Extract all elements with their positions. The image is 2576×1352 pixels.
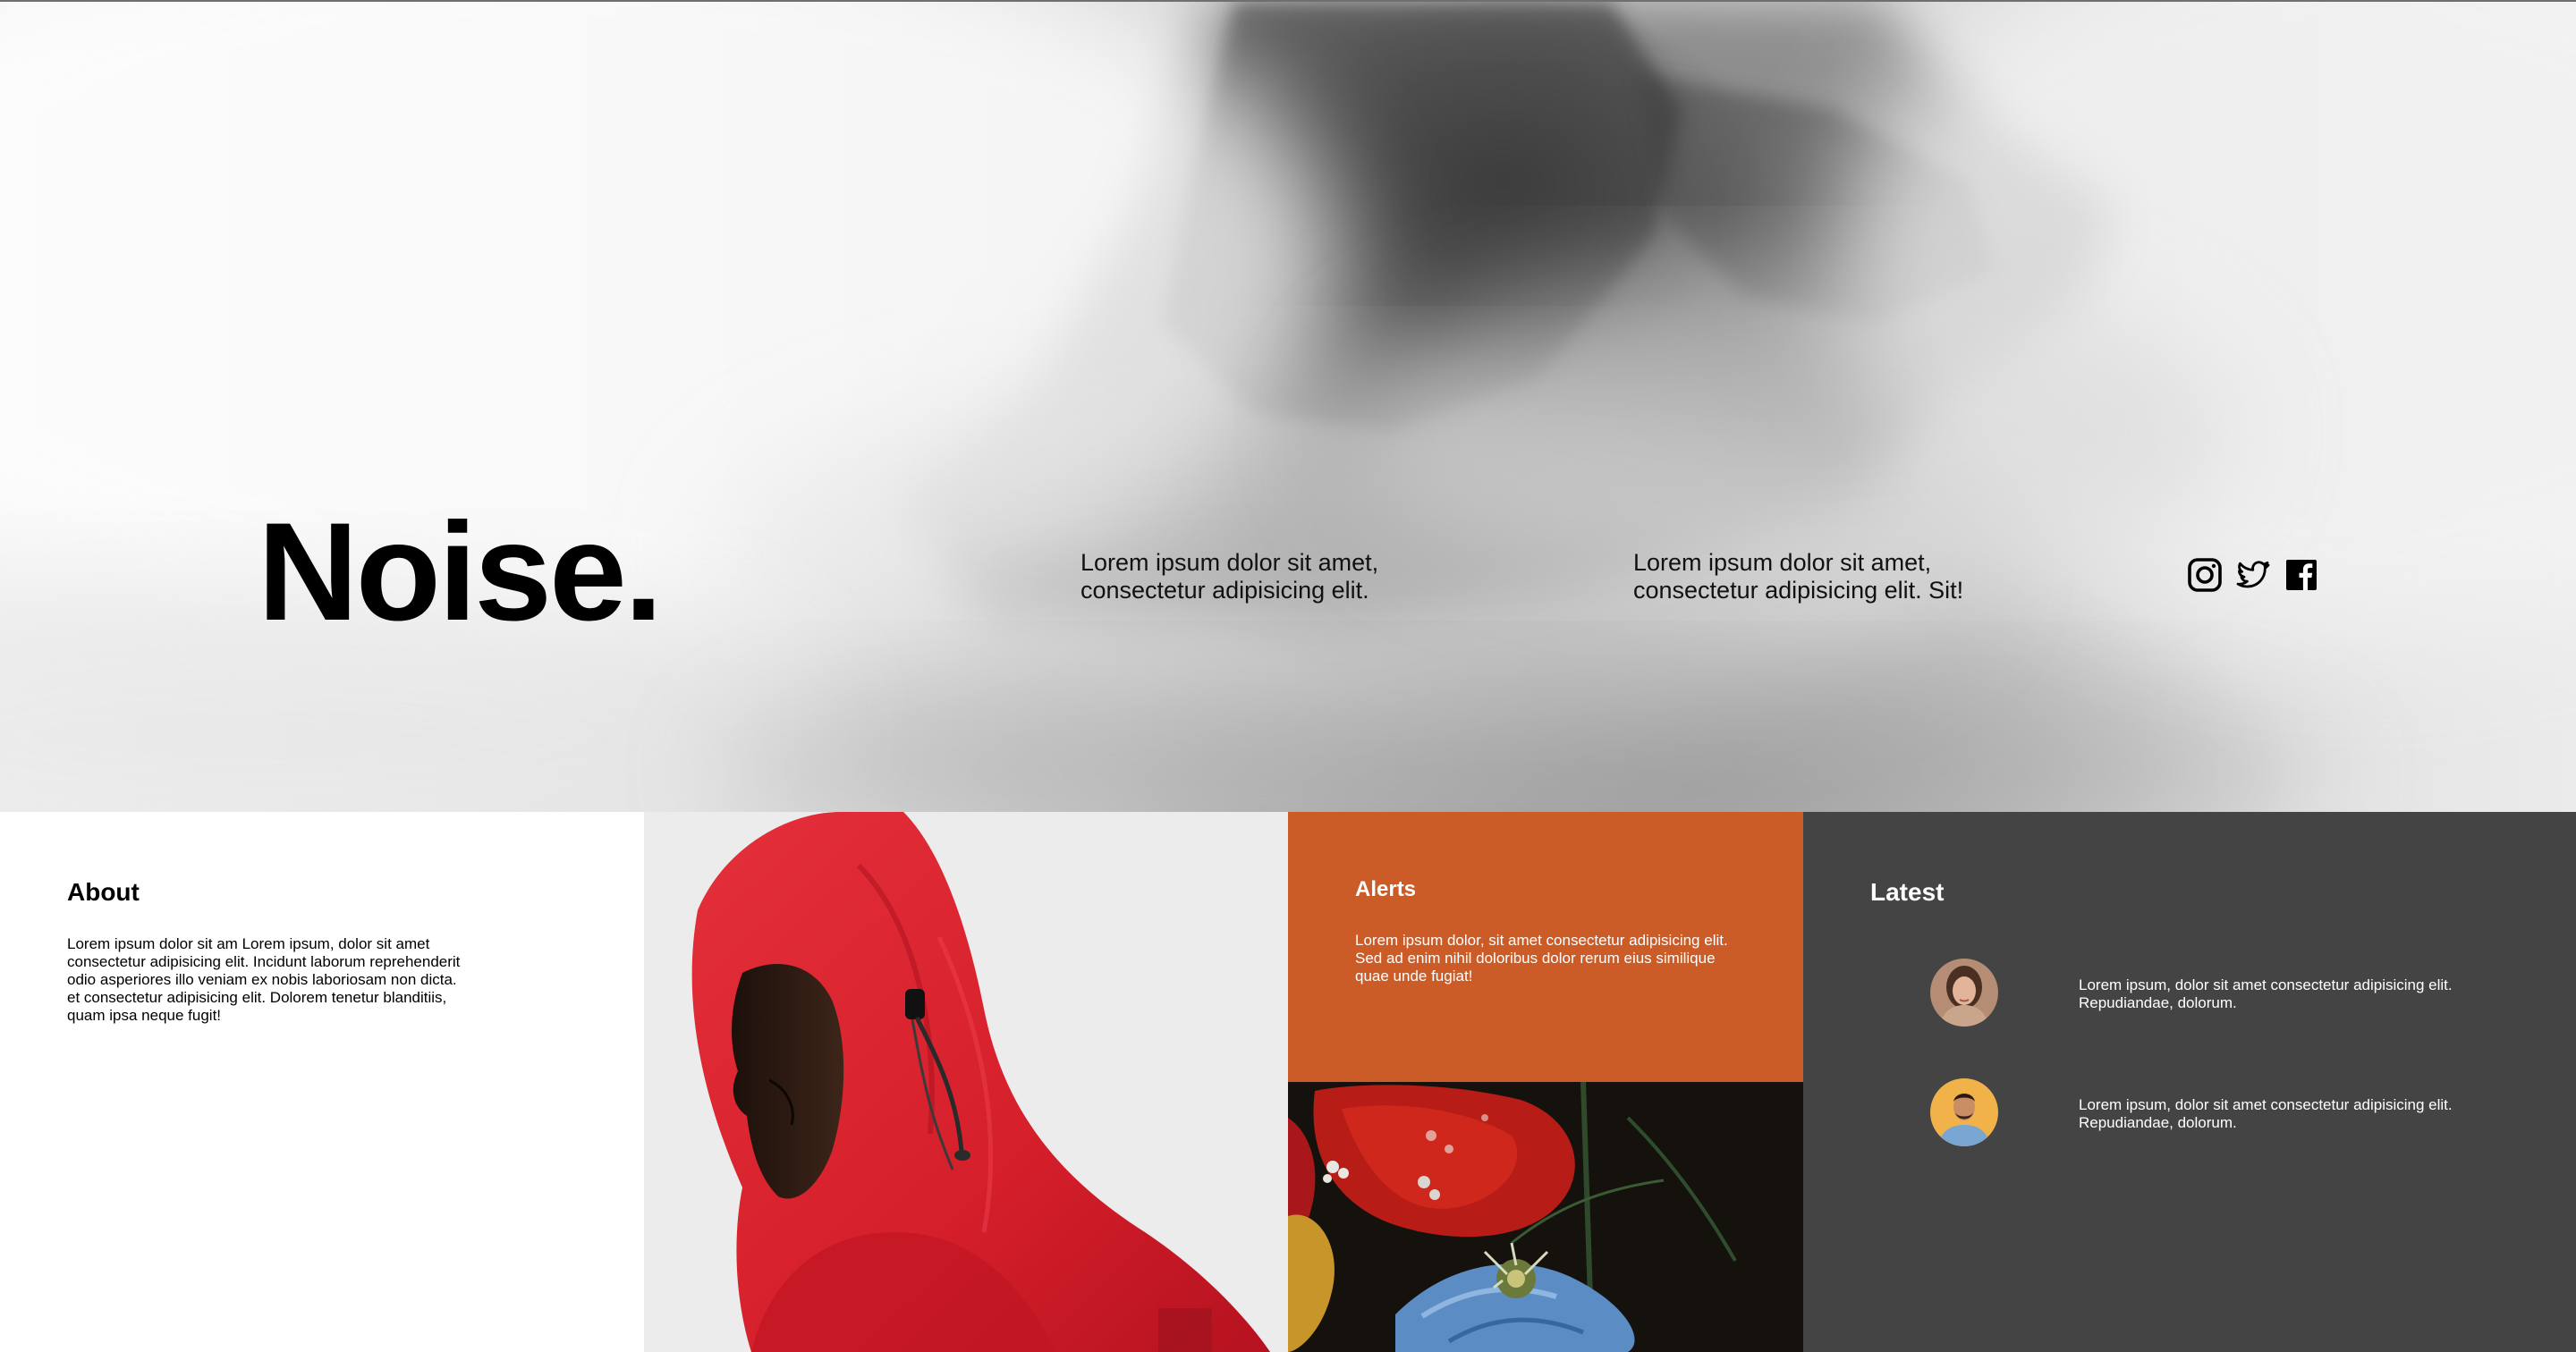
- site-title: Noise.: [258, 494, 663, 650]
- instagram-icon[interactable]: [2187, 557, 2223, 593]
- hero-mountain-image: [0, 2, 2576, 812]
- about-heading: About: [67, 878, 140, 906]
- flower-painting-illustration: [1288, 1082, 1803, 1352]
- social-links: [2187, 557, 2319, 593]
- latest-heading: Latest: [1870, 878, 1945, 906]
- hero-text-second: Lorem ipsum dolor sit amet, consectetur …: [1633, 549, 1964, 604]
- latest-item[interactable]: Lorem ipsum, dolor sit amet consectetur …: [1930, 1078, 2503, 1150]
- latest-panel: Latest Lorem ipsum, dolor sit amet conse…: [1803, 812, 2576, 1352]
- alerts-panel: Alerts Lorem ipsum dolor, sit amet conse…: [1288, 812, 1803, 1082]
- about-text: Lorem ipsum dolor sit am Lorem ipsum, do…: [67, 935, 461, 1024]
- twitter-icon[interactable]: [2235, 557, 2271, 593]
- alerts-text: Lorem ipsum dolor, sit amet consectetur …: [1355, 932, 1728, 984]
- latest-item-text: Lorem ipsum, dolor sit amet consectetur …: [2079, 976, 2453, 1011]
- hero-section: Noise. Lorem ipsum dolor sit amet, conse…: [0, 0, 2576, 812]
- latest-item-text: Lorem ipsum, dolor sit amet consectetur …: [2079, 1096, 2453, 1131]
- alerts-heading: Alerts: [1355, 877, 1417, 901]
- facebook-icon[interactable]: [2284, 557, 2319, 593]
- red-jacket-image: [644, 812, 1288, 1352]
- avatar: [1930, 959, 1998, 1027]
- flower-painting-image: [1288, 1082, 1803, 1352]
- about-panel: About Lorem ipsum dolor sit am Lorem ips…: [0, 812, 644, 1352]
- hero-text-first: Lorem ipsum dolor sit amet, consectetur …: [1080, 549, 1379, 604]
- latest-item[interactable]: Lorem ipsum, dolor sit amet consectetur …: [1930, 959, 2503, 1030]
- red-jacket-illustration: [644, 812, 1288, 1352]
- avatar: [1930, 1078, 1998, 1146]
